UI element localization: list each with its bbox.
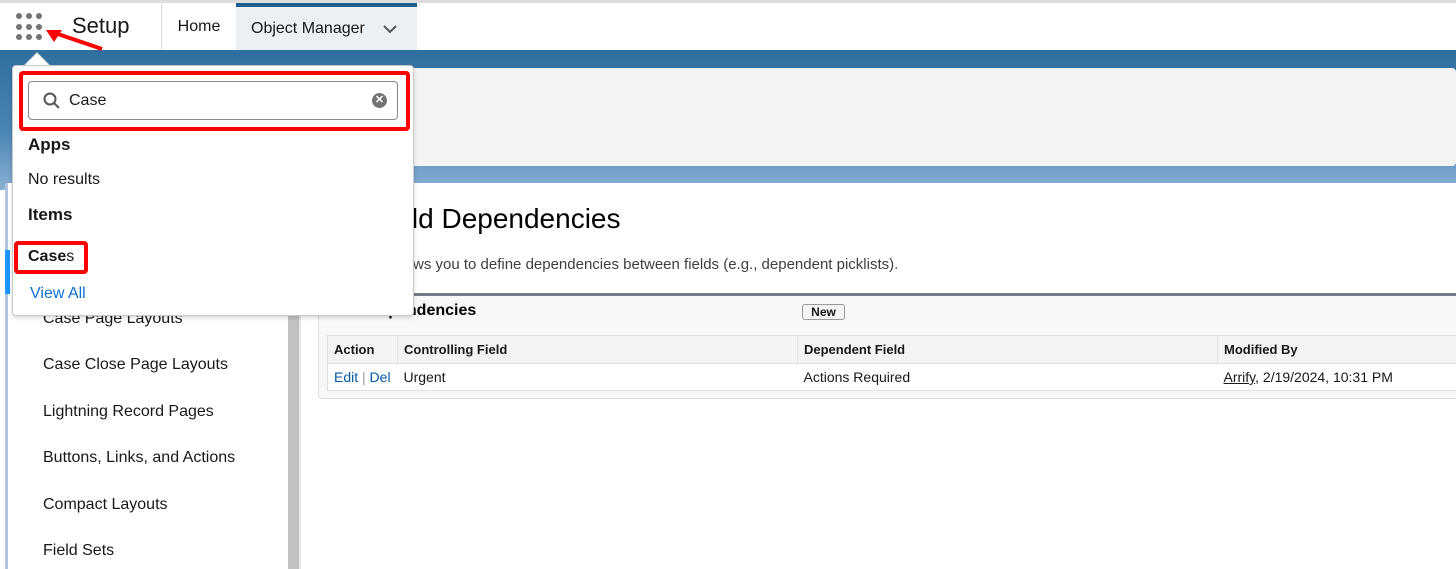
sidebar-item-compact-layouts[interactable]: Compact Layouts [43,496,168,514]
page-description: ws you to define dependencies between fi… [413,256,899,273]
dependent-field: Actions Required [797,363,1218,391]
column-header: Controlling Field [397,335,798,364]
apps-no-results: No results [28,171,101,188]
apps-heading: Apps [28,135,71,154]
modified-by-user-link[interactable]: Arrify [1224,369,1256,385]
new-button[interactable]: New [802,304,845,320]
edit-link[interactable]: Edit [334,369,358,385]
annotation-highlight-cases [14,241,88,274]
column-header: Action [327,335,398,364]
chevron-down-icon[interactable] [383,24,397,34]
selected-indicator [5,250,10,294]
delete-link[interactable]: Del [370,369,391,385]
tab-object-manager[interactable]: Object Manager [236,3,417,50]
sidebar-item-field-sets[interactable]: Field Sets [43,542,114,560]
annotation-highlight-search [19,71,410,131]
tab-label: Object Manager [251,19,365,37]
sidebar-item-buttons-links-actions[interactable]: Buttons, Links, and Actions [43,449,235,467]
sidebar-item-case-close-page-layouts[interactable]: Case Close Page Layouts [43,356,228,374]
annotation-arrow-icon [46,30,103,51]
table-row: Edit | Del Urgent Actions Required Arrif… [327,363,1456,391]
dependencies-table: Action Controlling Field Dependent Field Mo… [327,335,1456,391]
controlling-field: Urgent [397,363,798,391]
separator: | [362,369,366,385]
items-heading: Items [28,205,73,224]
sidebar-item-lightning-record-pages[interactable]: Lightning Record Pages [43,403,214,421]
column-header: Dependent Field [797,335,1218,364]
tab-home[interactable]: Home [161,3,236,50]
modified-date: , 2/19/2024, 10:31 PM [1255,369,1393,385]
view-all-link[interactable]: View All [30,285,86,303]
column-header: Modified By [1217,335,1456,364]
